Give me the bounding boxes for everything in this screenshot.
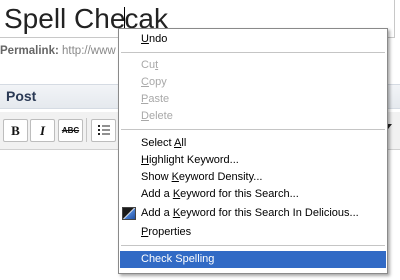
menu-item-label: Show — [141, 171, 172, 183]
menu-item-paste[interactable]: Paste — [120, 91, 386, 108]
permalink-label: Permalink: — [0, 45, 59, 57]
context-menu: Undo Cut Copy Paste Delete Select All Hi… — [118, 28, 388, 274]
post-box-title: Post — [6, 88, 37, 104]
bold-button[interactable]: B — [3, 119, 28, 142]
permalink-row: Permalink: http://www — [0, 45, 116, 57]
bullet-list-icon — [97, 125, 110, 135]
menu-item-delete[interactable]: Delete — [120, 108, 386, 125]
menu-item-label: Cu — [141, 59, 156, 71]
italic-button[interactable]: I — [30, 119, 55, 142]
menu-accel-key: U — [141, 33, 149, 45]
menu-item-label: eyword Density... — [178, 171, 263, 183]
menu-item-label: eyword for this Search In Delicious... — [180, 207, 359, 219]
strikethrough-button[interactable]: ABC — [58, 119, 83, 142]
menu-item-add-keyword-delicious[interactable]: Add a Keyword for this Search In Delicio… — [120, 205, 386, 222]
menu-item-label: eyword for this Search... — [180, 188, 299, 200]
bullet-list-button[interactable] — [91, 119, 116, 142]
menu-item-label: Add a — [141, 188, 173, 200]
menu-item-label: ighlight Keyword... — [148, 154, 239, 166]
menu-accel-key: K — [171, 171, 179, 183]
menu-item-label: elete — [148, 110, 173, 122]
menu-item-properties[interactable]: Properties — [120, 224, 386, 241]
menu-separator — [121, 129, 385, 130]
menu-accel-key: t — [155, 59, 159, 71]
menu-accel-key: C — [141, 76, 149, 88]
permalink-url[interactable]: http://www — [62, 45, 116, 57]
menu-item-highlight-keyword[interactable]: Highlight Keyword... — [120, 152, 386, 169]
menu-separator — [121, 52, 385, 53]
menu-item-cut[interactable]: Cut — [120, 57, 386, 74]
delicious-icon — [122, 207, 136, 220]
menu-item-label: Check Spelling — [141, 253, 215, 265]
menu-item-label: Add a — [141, 207, 173, 219]
menu-separator — [121, 245, 385, 246]
menu-item-copy[interactable]: Copy — [120, 74, 386, 91]
menu-accel-key: D — [141, 110, 149, 122]
menu-item-label: roperties — [148, 226, 192, 238]
title-text-before-caret: Spell Che — [4, 3, 126, 34]
menu-item-undo[interactable]: Undo — [120, 31, 386, 48]
menu-item-label: ll — [181, 137, 187, 149]
menu-item-check-spelling[interactable]: Check Spelling — [120, 251, 386, 268]
menu-accel-key: H — [141, 154, 149, 166]
toolbar-separator — [86, 118, 87, 142]
menu-item-show-keyword-density[interactable]: Show Keyword Density... — [120, 169, 386, 186]
menu-item-select-all[interactable]: Select All — [120, 135, 386, 152]
menu-item-label: ndo — [148, 33, 168, 45]
menu-item-label: opy — [148, 76, 167, 88]
menu-item-label: Select — [141, 137, 175, 149]
menu-item-add-keyword-search[interactable]: Add a Keyword for this Search... — [120, 186, 386, 203]
menu-item-label: aste — [148, 93, 170, 105]
